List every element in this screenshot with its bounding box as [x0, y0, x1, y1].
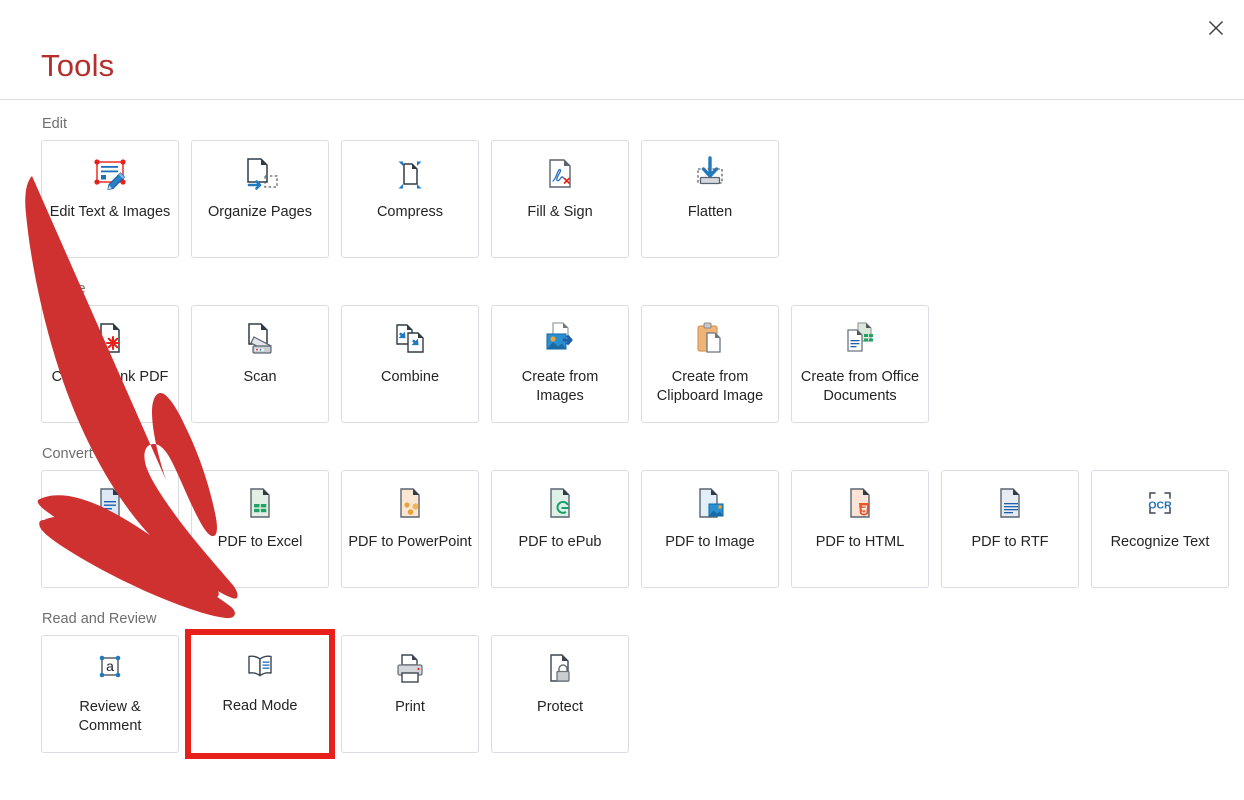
tool-tile-label: Edit Text & Images — [49, 203, 171, 220]
combine-icon — [389, 320, 431, 364]
close-icon[interactable] — [1200, 12, 1232, 44]
tile-grid: a Review & Comment Read Mode Print Prote… — [41, 628, 629, 759]
tool-tile-label: PDF to ePub — [518, 533, 602, 550]
tool-tile-label: Organize Pages — [208, 203, 312, 220]
tool-tile-create-blank-pdf[interactable]: Create Blank PDF — [41, 304, 179, 423]
tool-tile-compress[interactable]: Compress — [341, 139, 479, 258]
tool-tile-label: Create from Clipboard Image — [656, 368, 764, 404]
pdf-to-word-icon — [89, 485, 131, 529]
read-mode-icon — [239, 649, 281, 693]
tool-tile-pdf-to-html[interactable]: PDF to HTML — [791, 469, 929, 588]
tool-tile-label: PDF to RTF — [971, 533, 1049, 550]
tool-tile-label: Protect — [537, 698, 583, 715]
title-divider — [0, 99, 1244, 100]
pdf-to-epub-icon — [539, 485, 581, 529]
tool-tile-print[interactable]: Print — [341, 634, 479, 753]
page-title: Tools — [41, 48, 115, 83]
section-convert: Convert PDF to Word PDF to Excel PDF to … — [41, 447, 1229, 588]
tool-tile-create-from-clipboard-image[interactable]: Create from Clipboard Image — [641, 304, 779, 423]
tool-tile-label: Create from Office Documents — [800, 368, 920, 404]
tool-tile-label: Create Blank PDF — [51, 368, 169, 385]
tool-tile-scan[interactable]: Scan — [191, 304, 329, 423]
scan-icon — [239, 320, 281, 364]
tool-tile-label: PDF to Image — [665, 533, 755, 550]
tool-tile-edit-text-images[interactable]: Edit Text & Images — [41, 139, 179, 258]
tile-grid: Edit Text & Images Organize Pages Compre… — [41, 139, 779, 258]
edit-text-images-icon — [89, 155, 131, 199]
svg-text:a: a — [106, 658, 114, 674]
compress-icon — [389, 155, 431, 199]
tool-tile-create-from-images[interactable]: Create from Images — [491, 304, 629, 423]
section-edit: Edit Edit Text & Images Organize Pages C… — [41, 117, 779, 258]
create-from-office-icon — [839, 320, 881, 364]
tool-tile-review-comment[interactable]: a Review & Comment — [41, 634, 179, 753]
section-label: Edit — [42, 116, 67, 132]
tool-tile-label: PDF to HTML — [815, 533, 905, 550]
section-label: Read and Review — [42, 611, 157, 627]
section-read-and-review: Read and Review a Review & Comment Read … — [41, 611, 629, 759]
print-icon — [389, 650, 431, 694]
tool-tile-recognize-text[interactable]: OCR Recognize Text — [1091, 469, 1229, 588]
create-from-clipboard-icon — [689, 320, 731, 364]
pdf-to-excel-icon — [239, 485, 281, 529]
tool-tile-pdf-to-image[interactable]: PDF to Image — [641, 469, 779, 588]
tool-tile-label: PDF to Excel — [217, 533, 303, 550]
tile-grid: Create Blank PDF Scan Combine Create fro… — [41, 304, 929, 423]
tool-tile-pdf-to-excel[interactable]: PDF to Excel — [191, 469, 329, 588]
pdf-to-html-icon — [839, 485, 881, 529]
organize-pages-icon — [239, 155, 281, 199]
tool-tile-create-from-office-documents[interactable]: Create from Office Documents — [791, 304, 929, 423]
tool-tile-fill-sign[interactable]: Fill & Sign — [491, 139, 629, 258]
tool-tile-flatten[interactable]: Flatten — [641, 139, 779, 258]
tool-tile-label: Fill & Sign — [527, 203, 593, 220]
pdf-to-rtf-icon — [989, 485, 1031, 529]
tile-grid: PDF to Word PDF to Excel PDF to PowerPoi… — [41, 469, 1229, 588]
tool-tile-label: PDF to PowerPoint — [348, 533, 472, 550]
pdf-to-image-icon — [689, 485, 731, 529]
flatten-icon — [689, 155, 731, 199]
tool-tile-label: Print — [395, 698, 425, 715]
tool-tile-label: Scan — [243, 368, 277, 385]
tool-tile-label: Compress — [376, 203, 444, 220]
create-blank-pdf-icon — [89, 320, 131, 364]
tool-tile-label: Review & Comment — [78, 698, 142, 734]
pdf-to-powerpoint-icon — [389, 485, 431, 529]
tool-tile-label: Combine — [380, 368, 440, 385]
tool-tile-organize-pages[interactable]: Organize Pages — [191, 139, 329, 258]
tool-tile-pdf-to-rtf[interactable]: PDF to RTF — [941, 469, 1079, 588]
review-comment-icon: a — [89, 650, 131, 694]
tool-tile-read-mode[interactable]: Read Mode — [185, 628, 335, 759]
fill-sign-icon — [539, 155, 581, 199]
section-create: Create Create Blank PDF Scan Combine Cre… — [41, 282, 929, 423]
svg-text:OCR: OCR — [1148, 499, 1172, 511]
tool-tile-label: Read Mode — [222, 697, 298, 714]
section-label: Create — [42, 281, 86, 297]
tool-tile-combine[interactable]: Combine — [341, 304, 479, 423]
tool-tile-pdf-to-powerpoint[interactable]: PDF to PowerPoint — [341, 469, 479, 588]
tool-tile-pdf-to-word[interactable]: PDF to Word — [41, 469, 179, 588]
tool-tile-protect[interactable]: Protect — [491, 634, 629, 753]
protect-icon — [539, 650, 581, 694]
tool-tile-label: Recognize Text — [1110, 533, 1210, 550]
recognize-text-ocr-icon: OCR — [1139, 485, 1181, 529]
tool-tile-label: Flatten — [687, 203, 733, 220]
tool-tile-pdf-to-epub[interactable]: PDF to ePub — [491, 469, 629, 588]
tool-tile-label: Create from Images — [521, 368, 599, 404]
tool-tile-label: PDF to Word — [68, 533, 152, 550]
create-from-images-icon — [539, 320, 581, 364]
section-label: Convert — [42, 446, 93, 462]
tools-panel: Tools Edit Edit Text & Images Organize P… — [0, 0, 1244, 800]
